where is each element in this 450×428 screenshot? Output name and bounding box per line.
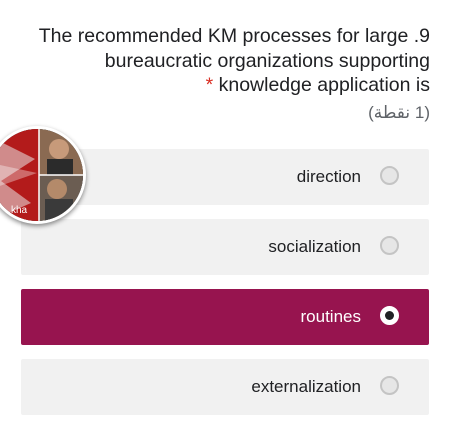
radio-button-selected[interactable] bbox=[380, 306, 399, 325]
radio-button[interactable] bbox=[380, 236, 399, 255]
avatar-image: kha bbox=[0, 129, 83, 221]
answer-options: direction socialization routines externa… bbox=[0, 0, 450, 428]
option-label: routines bbox=[300, 307, 361, 326]
radio-button[interactable] bbox=[380, 376, 399, 395]
option-label: externalization bbox=[251, 377, 361, 396]
option-socialization[interactable]: socialization bbox=[21, 219, 429, 275]
option-routines[interactable]: routines bbox=[21, 289, 429, 345]
avatar-text: kha bbox=[11, 205, 28, 216]
radio-button[interactable] bbox=[380, 166, 399, 185]
option-label: direction bbox=[296, 167, 361, 186]
option-label: socialization bbox=[268, 237, 361, 256]
option-externalization[interactable]: externalization bbox=[21, 359, 429, 415]
